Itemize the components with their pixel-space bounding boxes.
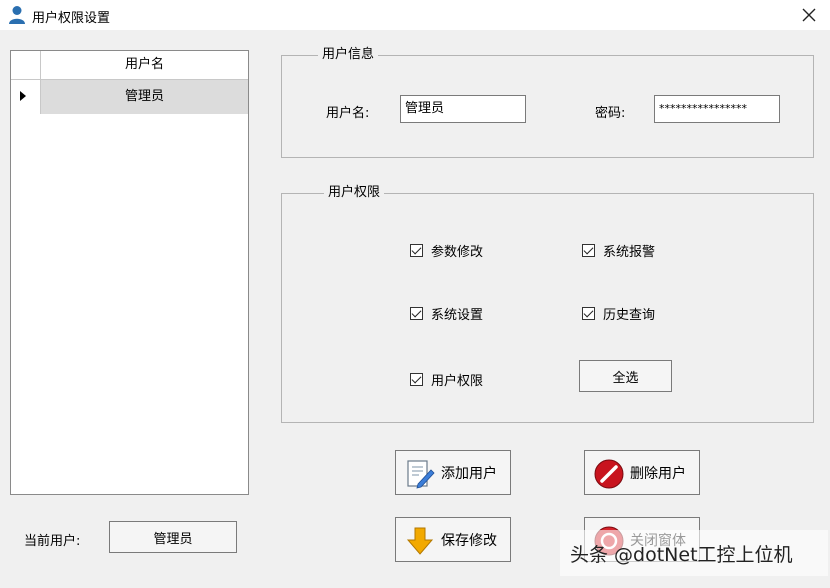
- row-pointer-icon: [20, 91, 26, 101]
- add-user-button[interactable]: 添加用户: [395, 450, 511, 495]
- current-user-display: 管理员: [109, 521, 237, 553]
- checkbox-label: 参数修改: [431, 245, 484, 260]
- grid-header: 用户名: [11, 51, 248, 80]
- checkbox-label: 系统设置: [431, 308, 484, 323]
- permissions-group: 用户权限 参数修改 系统报警 系统设置 历史查询 用户权限 全选: [281, 185, 814, 423]
- checkbox-checked-icon: [582, 307, 595, 320]
- password-label: 密码:: [595, 106, 626, 121]
- checkbox-system-alarm[interactable]: 系统报警: [582, 241, 655, 260]
- checkbox-param-edit[interactable]: 参数修改: [410, 241, 483, 260]
- checkbox-checked-icon: [410, 373, 423, 386]
- checkbox-label: 系统报警: [603, 245, 656, 260]
- user-icon: [9, 6, 25, 24]
- watermark-text: 头条 @dotNet工控上位机: [570, 543, 793, 566]
- user-info-group: 用户信息 用户名: 管理员 密码: ****************: [281, 47, 814, 158]
- add-user-label: 添加用户: [441, 465, 497, 482]
- edit-document-icon: [407, 460, 435, 489]
- username-label: 用户名:: [326, 106, 370, 121]
- permissions-legend: 用户权限: [324, 185, 385, 201]
- grid-corner: [11, 51, 41, 79]
- checkbox-checked-icon: [410, 307, 423, 320]
- grid-column-header-username[interactable]: 用户名: [41, 51, 248, 79]
- checkbox-checked-icon: [410, 244, 423, 257]
- checkbox-history-query[interactable]: 历史查询: [582, 304, 655, 323]
- save-changes-button[interactable]: 保存修改: [395, 517, 511, 562]
- grid-cell-username[interactable]: 管理员: [41, 80, 248, 114]
- delete-icon: [594, 459, 624, 489]
- download-arrow-icon: [406, 527, 434, 555]
- title-bar: 用户权限设置: [0, 0, 830, 30]
- password-input[interactable]: ****************: [654, 95, 780, 123]
- select-all-button[interactable]: 全选: [579, 360, 672, 392]
- checkbox-checked-icon: [582, 244, 595, 257]
- save-changes-label: 保存修改: [441, 532, 497, 549]
- checkbox-label: 历史查询: [603, 308, 656, 323]
- checkbox-user-permissions[interactable]: 用户权限: [410, 370, 483, 389]
- row-header[interactable]: [11, 80, 41, 114]
- current-user-label: 当前用户:: [24, 534, 81, 549]
- checkbox-system-settings[interactable]: 系统设置: [410, 304, 483, 323]
- user-info-legend: 用户信息: [318, 47, 379, 63]
- user-grid[interactable]: 用户名 管理员: [10, 50, 249, 495]
- table-row[interactable]: 管理员: [11, 80, 248, 114]
- window-title: 用户权限设置: [32, 11, 111, 26]
- watermark: 头条 @dotNet工控上位机: [560, 530, 828, 576]
- delete-user-label: 删除用户: [630, 465, 686, 482]
- checkbox-label: 用户权限: [431, 374, 484, 389]
- close-button[interactable]: [794, 2, 824, 28]
- username-input[interactable]: 管理员: [400, 95, 526, 123]
- close-icon: [802, 8, 816, 22]
- delete-user-button[interactable]: 删除用户: [584, 450, 700, 495]
- grid-empty-area: [11, 114, 248, 494]
